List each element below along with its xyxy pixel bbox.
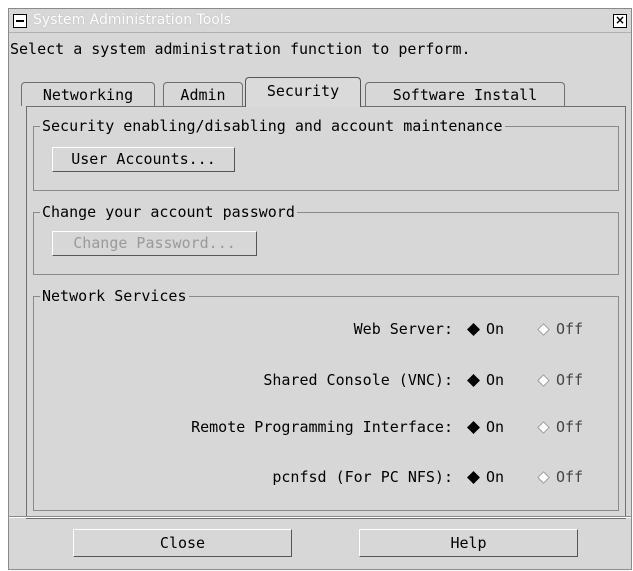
footer-separator <box>9 516 631 518</box>
vnc-on-radio[interactable]: On <box>467 371 504 389</box>
security-group-legend: Security enabling/disabling and account … <box>42 117 503 135</box>
user-accounts-button[interactable]: User Accounts... <box>52 147 235 172</box>
radio-selected-icon <box>467 322 480 336</box>
window-close-icon[interactable]: × <box>613 14 627 28</box>
system-menu-icon[interactable] <box>13 14 27 28</box>
web-server-off-radio[interactable]: Off <box>537 320 583 338</box>
change-password-button[interactable]: Change Password... <box>52 231 257 256</box>
pcnfsd-on-radio[interactable]: On <box>467 468 504 486</box>
service-label-pcnfsd: pcnfsd (For PC NFS): <box>272 468 453 486</box>
pcnfsd-off-radio[interactable]: Off <box>537 468 583 486</box>
radio-selected-icon <box>467 420 480 434</box>
window-title: System Administration Tools <box>33 12 232 28</box>
service-label-rpi: Remote Programming Interface: <box>191 418 453 436</box>
tab-security[interactable]: Security <box>245 77 361 107</box>
radio-selected-icon <box>467 373 480 387</box>
network-group-legend: Network Services <box>42 287 187 305</box>
help-button[interactable]: Help <box>359 529 578 557</box>
tab-networking[interactable]: Networking <box>21 82 155 106</box>
system-admin-window: System Administration Tools × Select a s… <box>8 8 632 570</box>
radio-selected-icon <box>467 470 480 484</box>
tab-admin[interactable]: Admin <box>163 82 243 106</box>
vnc-off-radio[interactable]: Off <box>537 371 583 389</box>
service-label-web-server: Web Server: <box>353 320 453 338</box>
rpi-on-radio[interactable]: On <box>467 418 504 436</box>
password-group-legend: Change your account password <box>42 203 295 221</box>
radio-unselected-icon <box>537 322 550 336</box>
radio-unselected-icon <box>537 420 550 434</box>
radio-unselected-icon <box>537 373 550 387</box>
service-label-vnc: Shared Console (VNC): <box>263 371 453 389</box>
tab-software-install[interactable]: Software Install <box>365 82 565 106</box>
rpi-off-radio[interactable]: Off <box>537 418 583 436</box>
instruction-text: Select a system administration function … <box>10 40 471 58</box>
web-server-on-radio[interactable]: On <box>467 320 504 338</box>
radio-unselected-icon <box>537 470 550 484</box>
title-bar[interactable]: System Administration Tools × <box>9 9 631 33</box>
close-button[interactable]: Close <box>73 529 292 557</box>
security-tab-panel: Security enabling/disabling and account … <box>26 106 626 519</box>
